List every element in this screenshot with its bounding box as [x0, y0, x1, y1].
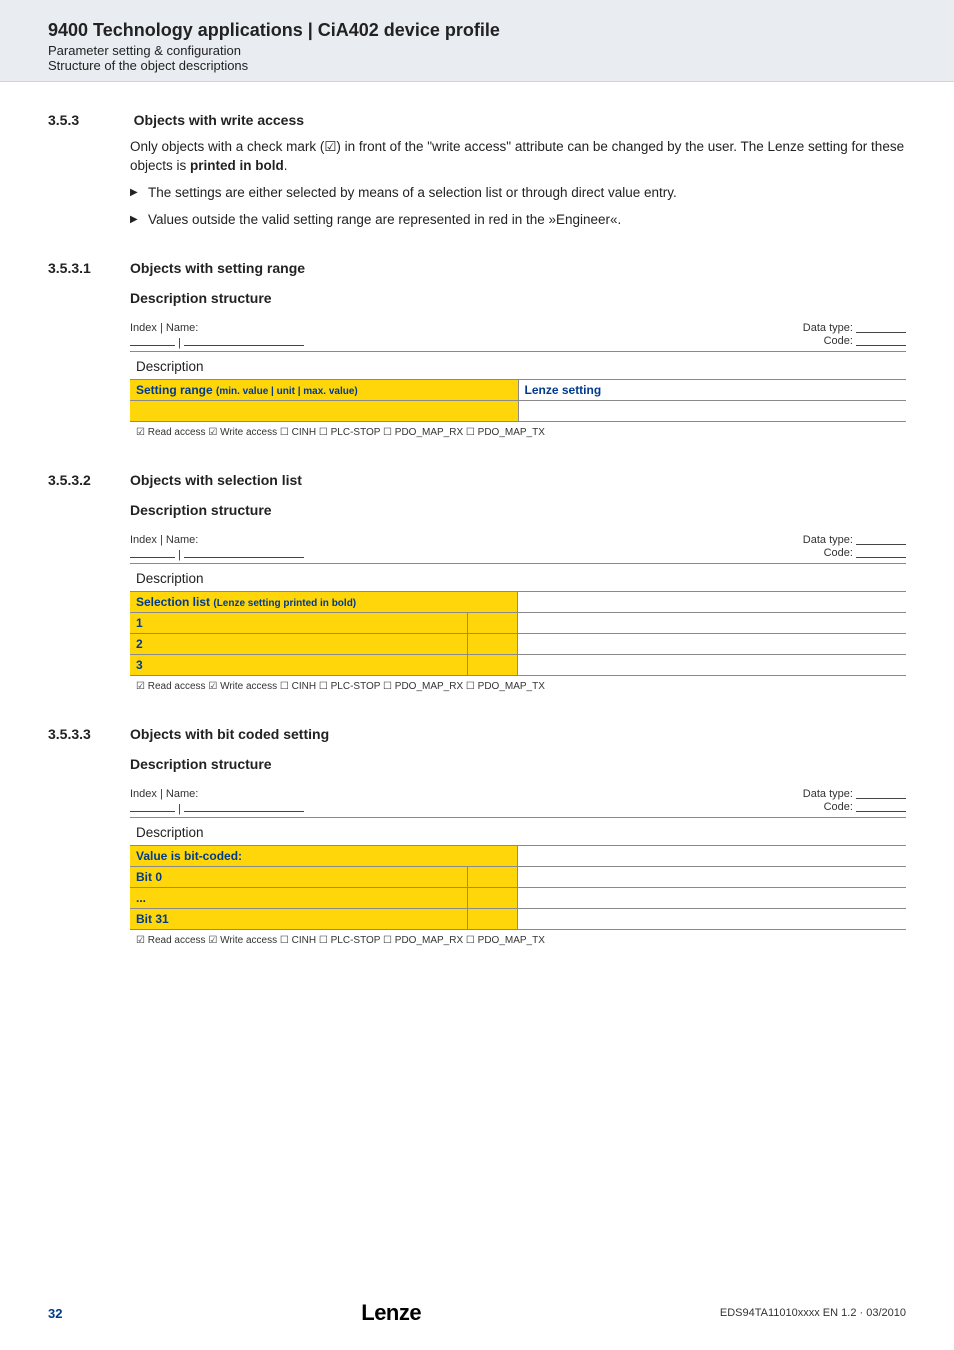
datatype-blank — [856, 789, 906, 799]
description-structure-heading: Description structure — [130, 290, 906, 306]
setting-range-header: Setting range (min. value | unit | max. … — [130, 380, 518, 401]
index-name-label: Index | Name: | — [130, 322, 304, 349]
para-353: Only objects with a check mark (☑) in fr… — [130, 138, 906, 176]
bit-val-1 — [468, 888, 518, 909]
secnum: 3.5.3.1 — [48, 260, 130, 276]
selection-num-0: 1 — [130, 613, 468, 634]
description-table: DescriptionValue is bit-coded: Bit 0 ...… — [130, 820, 906, 950]
bit-label-0: Bit 0 — [130, 867, 468, 888]
secnum: 3.5.3.2 — [48, 472, 130, 488]
header-sub2: Structure of the object descriptions — [48, 58, 954, 73]
access-attributes: ☑ Read access ☑ Write access ☐ CINH ☐ PL… — [130, 930, 906, 950]
header-sub1: Parameter setting & configuration — [48, 43, 954, 58]
name-blank — [184, 800, 304, 812]
selection-desc-2 — [518, 655, 906, 676]
datatype-label: Data type: — [803, 788, 853, 800]
description-structure-heading: Description structure — [130, 756, 906, 772]
bit-val-0 — [468, 867, 518, 888]
bit-coded-right — [518, 846, 906, 867]
datatype-label: Data type: — [803, 534, 853, 546]
lenze-setting-header: Lenze setting — [518, 380, 906, 401]
name-blank — [184, 334, 304, 346]
code-label: Code: — [824, 801, 853, 813]
index-name-row: Index | Name: | Data type: Code: — [130, 320, 906, 353]
selection-label-1 — [468, 634, 518, 655]
code-blank — [856, 548, 906, 558]
secnum-353: 3.5.3 — [48, 112, 130, 128]
index-blank — [130, 334, 175, 346]
description-cell: Description — [130, 820, 906, 846]
index-blank — [130, 546, 175, 558]
name-blank — [184, 546, 304, 558]
sectitle: Objects with setting range — [130, 260, 305, 276]
lenze-setting-value — [518, 401, 906, 422]
doc-id: EDS94TA11010xxxx EN 1.2 · 03/2010 — [720, 1307, 906, 1319]
sectitle: Objects with bit coded setting — [130, 726, 329, 742]
bit-label-1: ... — [130, 888, 468, 909]
description-structure-heading: Description structure — [130, 502, 906, 518]
bit-desc-0 — [518, 867, 906, 888]
section-3-5-3: 3.5.3 Objects with write access Only obj… — [48, 112, 906, 230]
bit-desc-1 — [518, 888, 906, 909]
section-3-5-3-2: 3.5.3.2Objects with selection list Descri… — [48, 472, 906, 696]
para-tail: . — [284, 158, 288, 173]
access-attributes: ☑ Read access ☑ Write access ☐ CINH ☐ PL… — [130, 676, 906, 696]
selection-label-0 — [468, 613, 518, 634]
para-bold: printed in bold — [190, 158, 284, 173]
brand-logo: Lenze — [361, 1300, 421, 1326]
selection-desc-0 — [518, 613, 906, 634]
selection-label-2 — [468, 655, 518, 676]
selection-list-header: Selection list (Lenze setting printed in… — [130, 592, 518, 613]
datatype-label: Data type: — [803, 322, 853, 334]
description-cell: Description — [130, 354, 906, 380]
doc-title: 9400 Technology applications | CiA402 de… — [48, 20, 954, 41]
index-blank — [130, 800, 175, 812]
bit-coded-header: Value is bit-coded: — [130, 846, 518, 867]
description-cell: Description — [130, 566, 906, 592]
bullet-2: Values outside the valid setting range a… — [130, 211, 906, 230]
code-blank — [856, 336, 906, 346]
datatype-blank — [856, 535, 906, 545]
index-name-row: Index | Name: | Data type: Code: — [130, 532, 906, 565]
code-label: Code: — [824, 335, 853, 347]
code-blank — [856, 802, 906, 812]
footer: 32 Lenze EDS94TA11010xxxx EN 1.2 · 03/20… — [0, 1300, 954, 1326]
sectitle: Objects with selection list — [130, 472, 302, 488]
access-attributes: ☑ Read access ☑ Write access ☐ CINH ☐ PL… — [130, 422, 906, 442]
selection-num-1: 2 — [130, 634, 468, 655]
selection-desc-1 — [518, 634, 906, 655]
bit-desc-2 — [518, 909, 906, 930]
header-band: 9400 Technology applications | CiA402 de… — [0, 0, 954, 82]
description-table: DescriptionSelection list (Lenze setting… — [130, 566, 906, 696]
description-table: DescriptionSetting range (min. value | u… — [130, 354, 906, 442]
secnum: 3.5.3.3 — [48, 726, 130, 742]
section-3-5-3-1: 3.5.3.1Objects with setting range Descrip… — [48, 260, 906, 442]
index-name-row: Index | Name: | Data type: Code: — [130, 786, 906, 819]
index-name-label: Index | Name: | — [130, 788, 304, 815]
bit-label-2: Bit 31 — [130, 909, 468, 930]
page-number: 32 — [48, 1306, 62, 1321]
index-name-label: Index | Name: | — [130, 534, 304, 561]
sectitle-353: Objects with write access — [134, 112, 304, 128]
section-3-5-3-3: 3.5.3.3Objects with bit coded setting Des… — [48, 726, 906, 950]
selection-num-2: 3 — [130, 655, 468, 676]
bullet-1: The settings are either selected by mean… — [130, 184, 906, 203]
setting-range-value — [130, 401, 518, 422]
code-label: Code: — [824, 547, 853, 559]
datatype-blank — [856, 323, 906, 333]
bit-val-2 — [468, 909, 518, 930]
selection-list-right — [518, 592, 906, 613]
